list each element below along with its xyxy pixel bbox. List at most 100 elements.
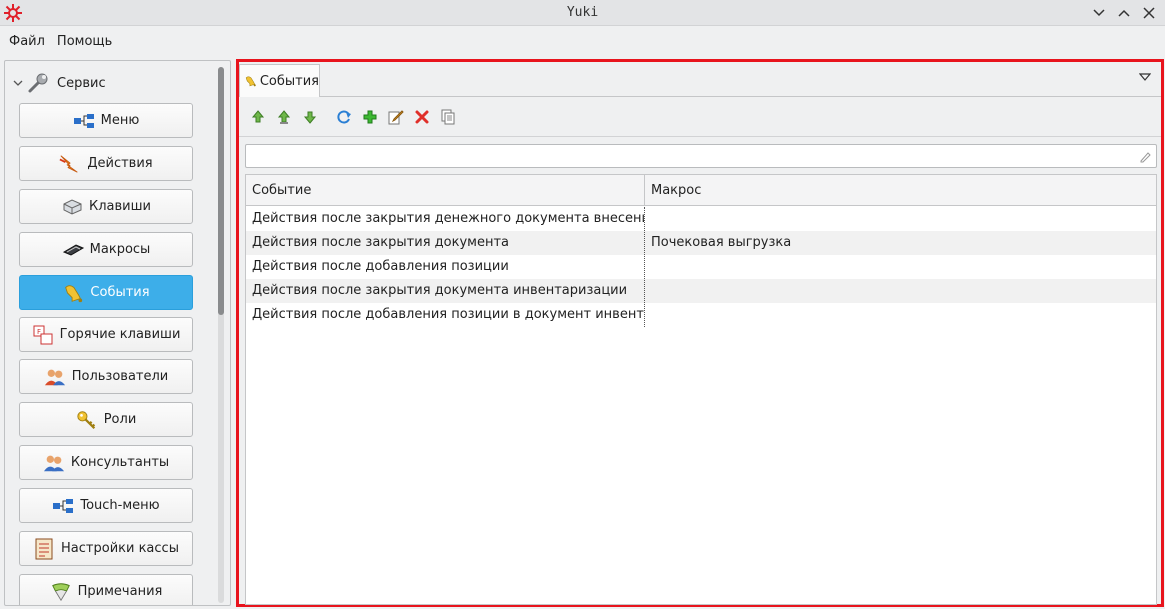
table-row[interactable]: Действия после закрытия документа инвент… bbox=[246, 279, 1156, 303]
table-row[interactable]: Действия после добавления позиции bbox=[246, 255, 1156, 279]
consultants-icon bbox=[43, 452, 65, 474]
table-row[interactable]: Действия после закрытия денежного докуме… bbox=[246, 207, 1156, 231]
cell-macro bbox=[645, 303, 1156, 327]
sidebar-item-label: Клавиши bbox=[89, 199, 151, 214]
wrench-icon bbox=[28, 73, 48, 93]
sidebar-section-label: Сервис bbox=[57, 75, 106, 91]
tab-bar: События bbox=[239, 62, 1161, 97]
cell-event: Действия после закрытия документа инвент… bbox=[252, 283, 628, 298]
delete-button[interactable] bbox=[411, 106, 433, 128]
cell-macro bbox=[645, 279, 1156, 303]
svg-text:F: F bbox=[37, 328, 41, 336]
table-row[interactable]: Действия после закрытия документа Почеко… bbox=[246, 231, 1156, 255]
minimize-button[interactable] bbox=[1090, 4, 1107, 21]
tab-events[interactable]: События bbox=[239, 64, 320, 97]
cell-event: Действия после добавления позиции bbox=[252, 259, 509, 274]
chevron-down-icon bbox=[1092, 8, 1105, 16]
arrow-down-icon bbox=[303, 111, 317, 124]
table-header: Событие Макрос bbox=[246, 175, 1156, 206]
plus-icon bbox=[363, 110, 377, 124]
cell-event: Действия после добавления позиции в доку… bbox=[252, 307, 644, 322]
keyboard-key-icon bbox=[61, 196, 83, 218]
sidebar-item-label: Меню bbox=[100, 113, 140, 128]
cell-macro bbox=[645, 207, 1156, 231]
sidebar-item-actions[interactable]: Действия bbox=[19, 146, 193, 181]
toolbar-divider bbox=[239, 136, 1161, 137]
menu-file[interactable]: Файл bbox=[3, 34, 51, 49]
cell-event: Действия после закрытия документа bbox=[252, 235, 509, 250]
column-focus-divider bbox=[644, 207, 645, 327]
cell-macro: Почековая выгрузка bbox=[651, 235, 792, 250]
sidebar-item-label: Макросы bbox=[89, 242, 151, 257]
move-up-alt-button[interactable] bbox=[273, 106, 295, 128]
touch-menu-icon bbox=[52, 495, 74, 517]
sidebar-item-cash-settings[interactable]: Настройки кассы bbox=[19, 531, 193, 566]
sidebar-item-touch-menu[interactable]: Touch-меню bbox=[19, 488, 193, 523]
sidebar-item-hotkeys[interactable]: F Горячие клавиши bbox=[19, 317, 193, 352]
delete-x-icon bbox=[415, 110, 429, 124]
copy-button[interactable] bbox=[437, 106, 459, 128]
arrow-up-alt-icon bbox=[277, 110, 291, 124]
sidebar-scrollbar[interactable] bbox=[218, 67, 224, 603]
main-panel: События Событие Макрос Действия после за… bbox=[236, 59, 1164, 607]
sidebar-scroll-thumb[interactable] bbox=[218, 67, 224, 315]
title-bar: Yuki bbox=[0, 0, 1165, 26]
sidebar-item-consultants[interactable]: Консультанты bbox=[19, 445, 193, 480]
key-icon bbox=[76, 409, 98, 431]
sidebar-item-label: Примечания bbox=[77, 584, 163, 599]
cell-macro bbox=[645, 255, 1156, 279]
filter-input[interactable] bbox=[245, 144, 1157, 168]
maximize-button[interactable] bbox=[1115, 4, 1132, 21]
sidebar-item-users[interactable]: Пользователи bbox=[19, 359, 193, 394]
menu-bar: Файл Помощь bbox=[0, 27, 1165, 55]
move-down-button[interactable] bbox=[299, 106, 321, 128]
column-header-event[interactable]: Событие bbox=[246, 175, 644, 206]
close-button[interactable] bbox=[1140, 4, 1157, 21]
add-button[interactable] bbox=[359, 106, 381, 128]
hotkeys-icon: F bbox=[32, 324, 54, 346]
sidebar-item-label: Действия bbox=[87, 156, 153, 171]
sidebar-item-keys[interactable]: Клавиши bbox=[19, 189, 193, 224]
macro-icon bbox=[62, 239, 84, 261]
arrow-up-icon bbox=[251, 110, 265, 123]
column-header-macro[interactable]: Макрос bbox=[645, 175, 1156, 206]
close-icon bbox=[1142, 6, 1155, 19]
refresh-button[interactable] bbox=[333, 106, 355, 128]
sidebar-item-label: Пользователи bbox=[71, 369, 169, 384]
move-up-button[interactable] bbox=[247, 106, 269, 128]
sidebar-item-label: Горячие клавиши bbox=[59, 327, 181, 342]
sidebar-item-events[interactable]: События bbox=[19, 275, 193, 310]
sidebar-item-menu[interactable]: Меню bbox=[19, 103, 193, 138]
menu-help[interactable]: Помощь bbox=[51, 34, 118, 49]
sidebar-item-roles[interactable]: Роли bbox=[19, 402, 193, 437]
sidebar-section-header[interactable]: Сервис bbox=[13, 71, 106, 95]
toolbar bbox=[247, 106, 463, 128]
cell-event: Действия после закрытия денежного докуме… bbox=[252, 211, 644, 226]
sidebar-item-label: Настройки кассы bbox=[61, 541, 179, 556]
tab-list-dropdown-icon[interactable] bbox=[1139, 72, 1151, 82]
refresh-icon bbox=[337, 110, 351, 124]
tab-label: События bbox=[259, 73, 319, 89]
chevron-up-icon bbox=[1117, 9, 1130, 17]
sidebar-item-label: Роли bbox=[103, 412, 137, 427]
sidebar-item-label: Консультанты bbox=[70, 455, 170, 470]
users-icon bbox=[44, 366, 66, 388]
edit-button[interactable] bbox=[385, 106, 407, 128]
sidebar: Сервис Меню Действия Клавиши Макросы Соб… bbox=[4, 60, 231, 606]
notes-icon bbox=[50, 581, 72, 603]
bell-icon bbox=[62, 282, 84, 304]
edit-icon bbox=[388, 110, 404, 125]
table-row[interactable]: Действия после добавления позиции в доку… bbox=[246, 303, 1156, 327]
bell-icon bbox=[245, 76, 256, 87]
chevron-down-icon bbox=[13, 80, 23, 86]
sidebar-item-macros[interactable]: Макросы bbox=[19, 232, 193, 267]
events-table: Событие Макрос Действия после закрытия д… bbox=[245, 174, 1157, 605]
sidebar-item-label: Touch-меню bbox=[80, 498, 160, 513]
window-title: Yuki bbox=[566, 5, 599, 20]
sidebar-item-notes[interactable]: Примечания bbox=[19, 574, 193, 605]
clear-filter-icon[interactable] bbox=[1138, 150, 1152, 164]
settings-doc-icon bbox=[33, 538, 55, 560]
copy-document-icon bbox=[441, 109, 455, 125]
action-arrow-icon bbox=[59, 153, 81, 175]
sidebar-item-label: События bbox=[90, 285, 150, 300]
